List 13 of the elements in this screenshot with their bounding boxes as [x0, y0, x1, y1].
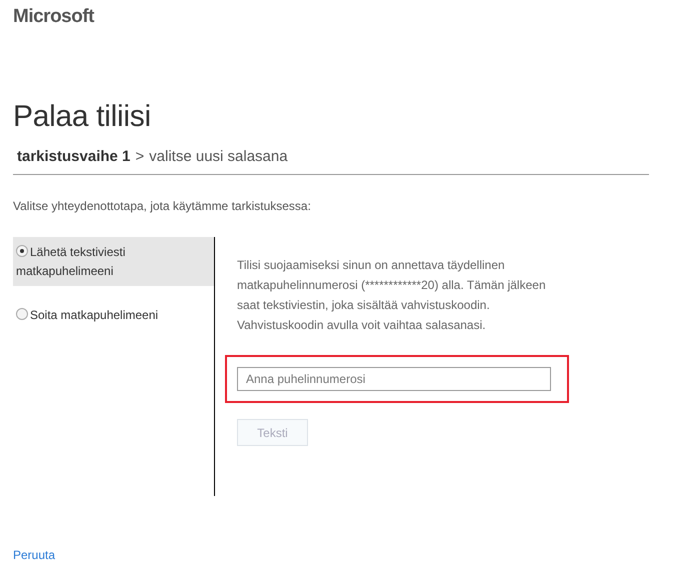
page-title: Palaa tiliisi: [13, 100, 151, 134]
radio-button[interactable]: [16, 245, 28, 257]
radio-button[interactable]: [16, 308, 28, 320]
separator-text: >: [135, 148, 144, 165]
microsoft-logo: Microsoft: [13, 6, 94, 28]
step-text: valitse uusi salasana: [149, 148, 288, 165]
contact-option[interactable]: Lähetä tekstiviesti matkapuhelimeeni: [13, 237, 214, 286]
cancel-link[interactable]: Peruuta: [13, 548, 56, 562]
contact-option[interactable]: Soita matkapuhelimeeni: [13, 300, 214, 330]
phone-input-field[interactable]: Anna puhelinnumerosi: [237, 367, 551, 391]
description-text: Tilisi suojaamiseksi sinun on annettava täydellinen matkapuhelinnumerosi (************20) alla. Tämän jälkeen saat tekstiviestin, joka sisältää vahvistuskoodin. Vahvistuskoodin avulla voit vaihtaa salasanasi.: [237, 257, 547, 334]
instruction-text: Valitse yhteydenottotapa, jota käytämme tarkistuksessa:: [13, 199, 311, 213]
step-text: tarkistusvaihe 1: [17, 148, 130, 165]
